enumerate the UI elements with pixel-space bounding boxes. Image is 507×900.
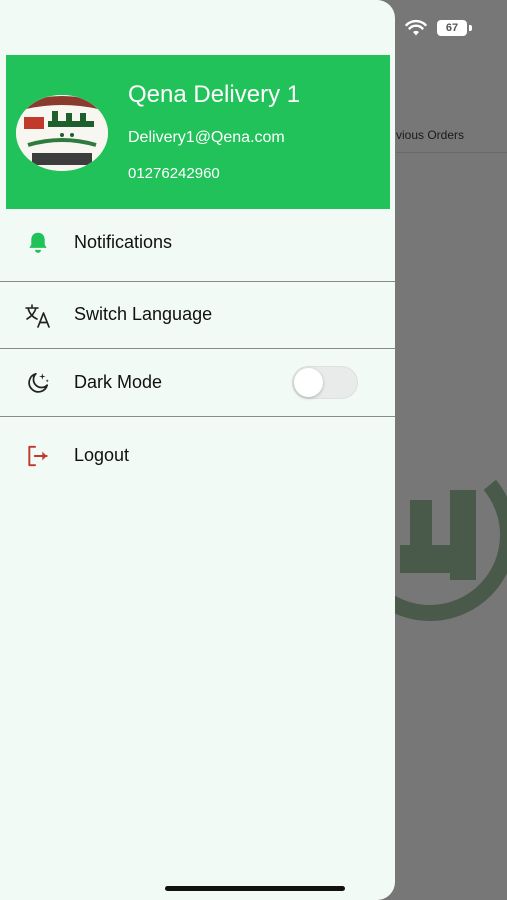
logout-icon	[24, 442, 52, 470]
navigation-drawer: Qena Delivery 1 Delivery1@Qena.com 01276…	[0, 0, 395, 900]
profile-header: Qena Delivery 1 Delivery1@Qena.com 01276…	[6, 55, 390, 209]
battery-tip	[469, 25, 472, 31]
user-name: Qena Delivery 1	[128, 81, 301, 108]
user-phone: 01276242960	[128, 165, 220, 182]
moon-stars-icon	[24, 369, 52, 397]
dark-mode-label: Dark Mode	[74, 372, 163, 392]
menu-item-logout[interactable]: Logout	[0, 417, 395, 495]
store-logo-image	[16, 95, 108, 171]
notifications-label: Notifications	[74, 232, 173, 252]
logout-label: Logout	[74, 445, 130, 465]
menu-item-dark-mode: Dark Mode	[0, 349, 395, 416]
status-bar: 67	[0, 0, 507, 55]
toggle-knob	[294, 368, 323, 397]
switch-language-label: Switch Language	[74, 304, 213, 324]
battery-indicator: 67	[437, 20, 467, 36]
user-email: Delivery1@Qena.com	[128, 129, 285, 146]
wifi-icon	[405, 19, 427, 36]
menu-item-notifications[interactable]: Notifications	[0, 209, 395, 281]
translate-icon	[24, 302, 52, 330]
menu-item-switch-language[interactable]: Switch Language	[0, 282, 395, 348]
avatar	[16, 95, 108, 171]
screen: vious Orders 67 Qena Delivery 1 Delivery…	[0, 0, 507, 900]
background-divider	[396, 152, 507, 153]
previous-orders-tab[interactable]: vious Orders	[396, 128, 464, 142]
home-indicator[interactable]	[165, 886, 345, 891]
bell-icon	[24, 229, 52, 257]
dark-mode-toggle[interactable]	[292, 366, 358, 399]
